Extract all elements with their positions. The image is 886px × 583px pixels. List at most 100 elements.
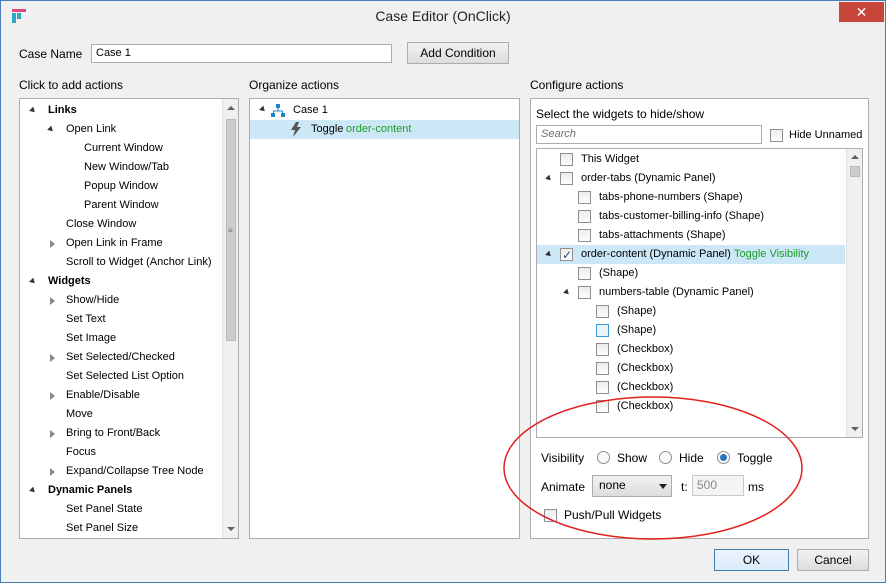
scroll-thumb[interactable] [850, 166, 860, 177]
hide-unnamed-checkbox[interactable] [770, 129, 783, 142]
action-item[interactable]: Close Window [20, 215, 220, 234]
middle-heading: Organize actions [249, 78, 340, 92]
case-name-label: Case Name [19, 47, 83, 61]
widget-row[interactable]: (Checkbox) [537, 340, 845, 359]
scroll-down-icon[interactable] [227, 527, 235, 531]
widget-label: (Checkbox) [617, 343, 674, 355]
action-item[interactable]: Move [20, 405, 220, 424]
cancel-button[interactable]: Cancel [797, 549, 869, 571]
expand-icon[interactable] [545, 250, 553, 259]
close-icon: ✕ [855, 4, 868, 20]
action-item[interactable]: Popup Window [20, 177, 220, 196]
widget-scrollbar[interactable] [846, 149, 862, 437]
action-item[interactable]: Scroll to Widget (Anchor Link) [20, 253, 220, 272]
action-item[interactable]: Focus [20, 443, 220, 462]
widget-checkbox[interactable] [578, 286, 591, 299]
add-condition-button[interactable]: Add Condition [407, 42, 509, 64]
widget-row[interactable]: order-tabs (Dynamic Panel) [537, 169, 845, 188]
collapse-icon[interactable] [50, 392, 55, 400]
widget-label: order-tabs (Dynamic Panel) [581, 172, 716, 184]
right-heading: Configure actions [530, 78, 624, 92]
collapse-icon[interactable] [50, 468, 55, 476]
widget-label: tabs-phone-numbers (Shape) [599, 191, 743, 203]
widget-row[interactable]: tabs-phone-numbers (Shape) [537, 188, 845, 207]
widget-checkbox[interactable] [560, 172, 573, 185]
action-item[interactable]: Set Selected/Checked [20, 348, 220, 367]
widget-label: (Shape) [599, 267, 639, 279]
collapse-icon[interactable] [50, 240, 55, 248]
action-item-label: Popup Window [84, 180, 158, 192]
action-item-label: Set Selected/Checked [66, 351, 175, 363]
action-item[interactable]: Open Link in Frame [20, 234, 220, 253]
expand-icon[interactable] [29, 486, 37, 495]
action-item-label: Set Selected List Option [66, 370, 185, 382]
action-item-label: Enable/Disable [66, 389, 140, 401]
collapse-icon[interactable] [50, 354, 55, 362]
widget-checkbox[interactable] [596, 324, 609, 337]
ok-button[interactable]: OK [714, 549, 789, 571]
action-item[interactable]: Expand/Collapse Tree Node [20, 462, 220, 481]
action-item[interactable]: Set Panel Size [20, 519, 220, 538]
case-name-input[interactable]: Case 1 [91, 44, 392, 63]
action-item[interactable]: Bring to Front/Back [20, 424, 220, 443]
action-item[interactable]: Enable/Disable [20, 386, 220, 405]
search-input[interactable]: Search [536, 125, 762, 144]
widget-checkbox[interactable] [560, 246, 573, 265]
widget-row[interactable]: tabs-attachments (Shape) [537, 226, 845, 245]
action-item[interactable]: New Window/Tab [20, 158, 220, 177]
action-item[interactable]: Open Link [20, 120, 220, 139]
action-item-label: Set Image [66, 332, 117, 344]
widget-checkbox[interactable] [578, 210, 591, 223]
action-item[interactable]: Parent Window [20, 196, 220, 215]
widget-row[interactable]: (Shape) [537, 302, 845, 321]
action-row[interactable]: Toggle order-content [250, 120, 519, 139]
widget-checkbox[interactable] [596, 343, 609, 356]
action-item-label: Set Text [66, 313, 106, 325]
widget-label: tabs-customer-billing-info (Shape) [599, 210, 765, 222]
expand-icon[interactable] [29, 277, 37, 286]
widget-checkbox[interactable] [578, 267, 591, 280]
widget-row[interactable]: numbers-table (Dynamic Panel) [537, 283, 845, 302]
expand-icon[interactable] [563, 288, 571, 297]
expand-icon[interactable] [29, 106, 37, 115]
scroll-up-icon[interactable] [227, 106, 235, 110]
widget-row[interactable]: (Shape) [537, 264, 845, 283]
close-button[interactable]: ✕ [839, 2, 884, 22]
widget-checkbox[interactable] [578, 191, 591, 204]
configure-subheading: Select the widgets to hide/show [536, 107, 705, 121]
scroll-up-icon[interactable] [851, 155, 859, 159]
widget-row[interactable]: (Checkbox) [537, 359, 845, 378]
actions-scrollbar[interactable]: ≡ [222, 99, 238, 538]
collapse-icon[interactable] [50, 430, 55, 438]
widget-checkbox[interactable] [596, 362, 609, 375]
action-item[interactable]: Widgets [20, 272, 220, 291]
scroll-down-icon[interactable] [851, 427, 859, 431]
action-item-label: Set Panel Size [66, 522, 139, 534]
action-item-label: Widgets [48, 275, 91, 287]
action-item[interactable]: Current Window [20, 139, 220, 158]
expand-icon[interactable] [47, 125, 55, 134]
widget-checkbox[interactable] [596, 305, 609, 318]
case-row[interactable]: Case 1 [250, 101, 519, 120]
expand-icon[interactable] [259, 105, 267, 114]
action-item[interactable]: Set Text [20, 310, 220, 329]
action-item[interactable]: Set Selected List Option [20, 367, 220, 386]
case-icon [271, 104, 285, 117]
annotation-ellipse [503, 396, 803, 540]
widget-row[interactable]: This Widget [537, 150, 845, 169]
collapse-icon[interactable] [50, 297, 55, 305]
widget-row[interactable]: order-content (Dynamic Panel)Toggle Visi… [537, 245, 845, 265]
action-item[interactable]: Set Panel State [20, 500, 220, 519]
widget-row[interactable]: tabs-customer-billing-info (Shape) [537, 207, 845, 226]
widget-checkbox[interactable] [560, 153, 573, 166]
widget-row[interactable]: (Shape) [537, 321, 845, 340]
action-item[interactable]: Dynamic Panels [20, 481, 220, 500]
action-item[interactable]: Links [20, 101, 220, 120]
action-item-label: Expand/Collapse Tree Node [66, 465, 204, 477]
action-item[interactable]: Set Image [20, 329, 220, 348]
action-item[interactable]: Show/Hide [20, 291, 220, 310]
widget-note: Toggle Visibility [734, 248, 810, 260]
widget-checkbox[interactable] [596, 381, 609, 394]
widget-checkbox[interactable] [578, 229, 591, 242]
expand-icon[interactable] [545, 174, 553, 183]
